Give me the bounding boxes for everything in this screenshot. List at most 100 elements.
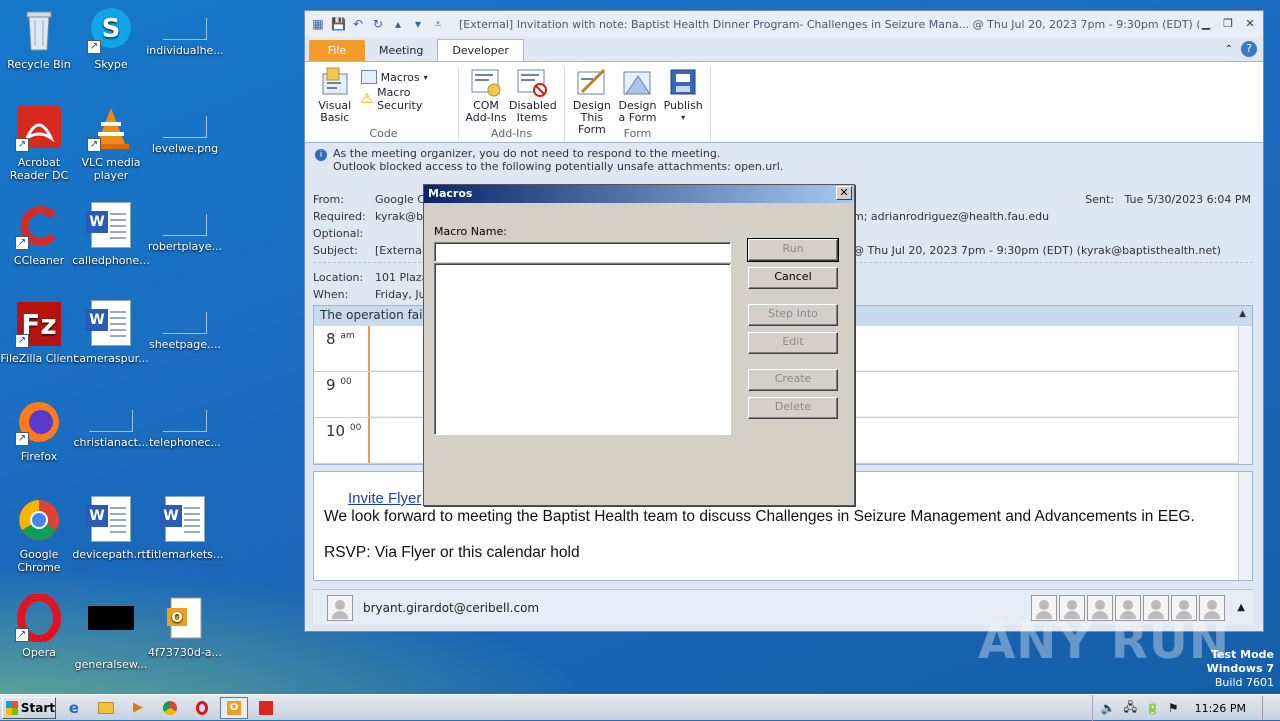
clock[interactable]: 11:26 PM [1195,702,1246,715]
desktop-icon-word-doc[interactable]: W calledphone... [72,202,150,267]
macro-name-input[interactable] [434,242,731,262]
tab-developer[interactable]: Developer [437,39,524,61]
avatar[interactable] [327,594,353,621]
desktop-icon-recycle-bin[interactable]: Recycle Bin [0,6,78,71]
desktop-icon-filezilla[interactable]: Fz ↗ FileZilla Client [0,300,78,365]
tab-meeting[interactable]: Meeting [365,40,437,61]
test-mode-notice: Test Mode Windows 7 Build 7601 [1207,648,1274,690]
taskbar-chrome[interactable] [156,697,184,719]
taskbar-acrobat[interactable] [252,697,280,719]
subject-tail: @ Thu Jul 20, 2023 7pm - 9:30pm (EDT) (k… [853,244,1221,257]
hour-number: 10 [326,422,346,440]
restore-button[interactable]: ❐ [1221,17,1235,31]
desktop-icon-label: devicepath.rtf [72,548,150,561]
customize-qat-icon[interactable]: ⩡ [431,17,445,31]
help-icon[interactable]: ? [1241,41,1257,57]
required-value[interactable]: kyrak@ba [375,210,430,223]
save-icon[interactable]: 💾 [331,17,346,31]
calendar-scrollbar[interactable] [1238,326,1252,464]
desktop-icon-file[interactable]: levelwe.png [146,104,224,155]
required-tail[interactable]: m; adrianrodriguez@health.fau.edu [853,210,1049,223]
desktop-icon-label: CCleaner [13,254,65,267]
action-center-flag-icon[interactable]: ⚑ [1168,701,1179,715]
macro-list[interactable] [434,263,731,435]
show-desktop-button[interactable] [1262,696,1272,720]
desktop-icon-label: Opera [22,646,56,659]
create-button[interactable]: Create [748,369,838,391]
desktop-icon-acrobat[interactable]: ↗ Acrobat Reader DC [0,104,78,182]
desktop-icon-skype[interactable]: S ↗ Skype [72,6,150,71]
desktop-icon-file[interactable]: generalsew... [72,594,150,671]
start-button[interactable]: Start [2,696,56,719]
minimize-button[interactable]: ▁ [1199,17,1213,31]
redo-icon[interactable]: ↻ [371,17,385,31]
desktop-icon-file[interactable]: christianact... [72,398,150,449]
media-player-icon: ▶ [133,700,143,715]
desktop-icon-ccleaner[interactable]: ↗ CCleaner [0,202,78,267]
desktop-icon-opera[interactable]: ↗ Opera [0,593,78,659]
file-thumbnail-icon [163,116,207,138]
chrome-icon [163,700,177,715]
opera-icon [196,700,208,715]
down-arrow-icon[interactable]: ▾ [411,17,425,31]
hour-suffix: am [340,331,355,341]
macros-dialog: Macros ✕ Macro Name: Run Cancel Step Int… [423,184,855,506]
subject-value: [External] [375,244,430,257]
step-into-button[interactable]: Step Into [748,304,838,326]
test-mode-line: Build 7601 [1214,676,1274,689]
desktop-icon-word-doc[interactable]: W titlemarkets... [146,496,224,561]
desktop-icon-firefox[interactable]: ↗ Firefox [0,398,78,463]
desktop-icon-file[interactable]: individualhe... [146,6,224,57]
sender-email[interactable]: bryant.girardot@ceribell.com [363,601,539,615]
file-thumbnail-icon [163,18,207,40]
invite-flyer-link[interactable]: Invite Flyer [348,490,421,507]
desktop-icon-outlook-file[interactable]: O 4f73730d-a... [146,594,224,659]
power-icon[interactable]: 🔋 [1145,701,1160,715]
taskbar-media-player[interactable]: ▶ [124,697,152,719]
undo-icon[interactable]: ↶ [351,17,365,31]
calendar-icon[interactable]: ▦ [311,17,325,31]
collapse-icon[interactable]: ▲ [1239,309,1246,319]
subject-label: Subject: [313,244,358,257]
from-row: From: Google Ca [313,193,432,206]
taskbar-explorer[interactable] [92,697,120,719]
close-button[interactable]: ✕ [1243,17,1257,31]
desktop-icon-chrome[interactable]: Google Chrome [0,496,78,574]
taskbar-outlook[interactable]: O [220,696,248,719]
desktop-icon-label: Acrobat Reader DC [9,156,69,182]
desktop-icon-vlc[interactable]: ↗ VLC media player [72,104,150,182]
speaker-icon[interactable]: 🔈 [1101,701,1116,715]
cancel-button[interactable]: Cancel [748,267,838,289]
body-scrollbar[interactable] [1238,472,1252,580]
design-form-icon [576,66,608,98]
when-row: When: Friday, Ju [313,288,426,301]
desktop-icon-word-doc[interactable]: W cameraspur... [72,300,150,365]
up-arrow-icon[interactable]: ▴ [391,17,405,31]
desktop-icon-file[interactable]: sheetpage.... [146,300,224,351]
expand-people-icon[interactable]: ▲ [1237,602,1245,613]
minimize-ribbon-icon[interactable]: ⌃ [1225,44,1233,55]
macro-security-button[interactable]: ⚠ Macro Security [361,86,454,112]
run-button[interactable]: Run [747,238,839,262]
macros-button[interactable]: Macros ▾ [360,66,454,88]
windows-logo-icon [6,700,18,715]
ccleaner-icon: ↗ [15,202,63,250]
quick-access-toolbar: ▦ 💾 ↶ ↻ ▴ ▾ ⩡ [311,17,445,31]
taskbar-ie[interactable]: e [60,697,88,719]
desktop-icon-file[interactable]: telephonec... [146,398,224,449]
network-icon[interactable]: 🖧 [1124,698,1137,719]
desktop-icon-word-doc[interactable]: W devicepath.rtf [72,496,150,561]
publish-icon [667,66,699,98]
taskbar-opera[interactable] [188,697,216,719]
edit-button[interactable]: Edit [748,332,838,354]
location-value: 101 Plaza [375,271,429,284]
desktop-icon-label: telephonec... [149,436,221,449]
tab-file[interactable]: File [309,40,365,61]
firefox-icon: ↗ [15,398,63,446]
required-row: Required: kyrak@ba [313,210,430,223]
desktop-icon-file[interactable]: robertplaye... [146,202,224,253]
outlook-icon: O [227,700,241,715]
dialog-close-button[interactable]: ✕ [836,186,852,200]
delete-button[interactable]: Delete [748,397,838,419]
visual-basic-label: Visual Basic [318,99,352,124]
